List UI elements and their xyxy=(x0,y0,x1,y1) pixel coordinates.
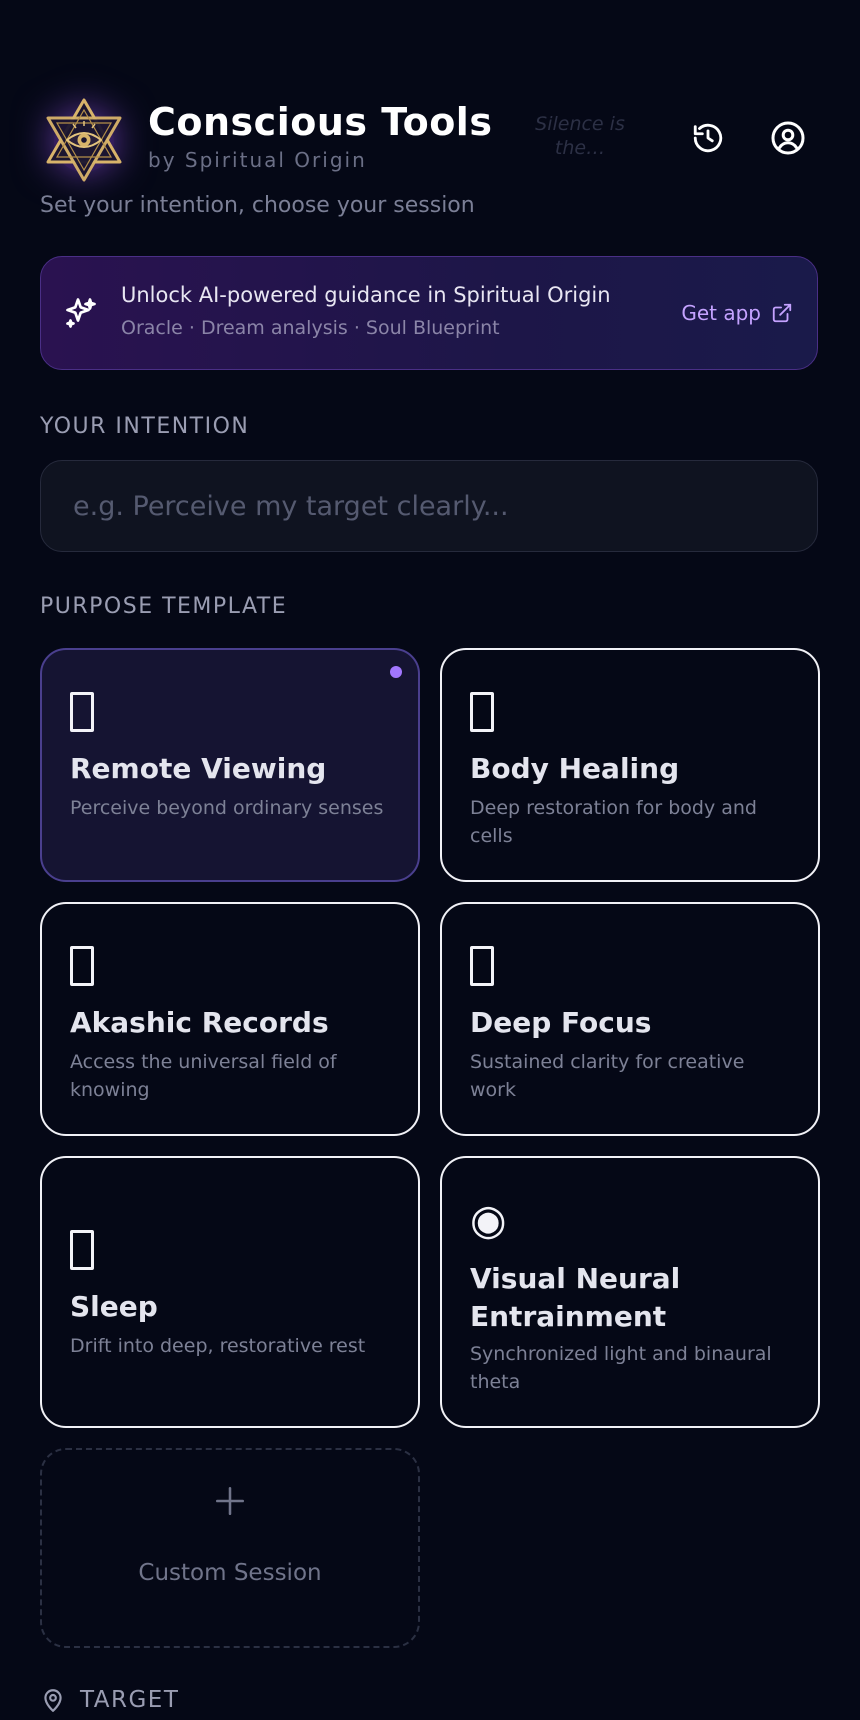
card-title: Visual Neural Entrainment xyxy=(470,1262,681,1333)
akashic-records-icon xyxy=(70,946,94,986)
intention-label: YOUR INTENTION xyxy=(40,414,250,439)
card-description: Synchronized light and binaural theta xyxy=(470,1343,772,1393)
remote-viewing-icon xyxy=(70,692,94,732)
card-description: Perceive beyond ordinary senses xyxy=(70,797,384,819)
card-description: Sustained clarity for creative work xyxy=(470,1051,745,1101)
card-title: Deep Focus xyxy=(470,1006,652,1039)
purpose-template-label: PURPOSE TEMPLATE xyxy=(40,594,288,619)
history-button[interactable] xyxy=(686,116,730,160)
card-remote-viewing[interactable]: Remote Viewing Perceive beyond ordinary … xyxy=(40,648,420,882)
get-app-button[interactable]: Get app xyxy=(681,301,793,325)
sleep-icon xyxy=(70,1230,94,1270)
card-title: Remote Viewing xyxy=(70,752,327,785)
card-body-healing[interactable]: Body Healing Deep restoration for body a… xyxy=(440,648,820,882)
banner-subtitle: Oracle · Dream analysis · Soul Blueprint xyxy=(121,317,500,339)
selected-indicator xyxy=(390,666,402,678)
app-title: Conscious Tools xyxy=(148,100,493,144)
card-sleep[interactable]: Sleep Drift into deep, restorative rest xyxy=(40,1156,420,1428)
target-label: TARGET xyxy=(80,1687,180,1713)
custom-session-label: Custom Session xyxy=(138,1560,322,1586)
star-of-david-eye-icon xyxy=(40,96,128,184)
target-circle-icon: ◉ xyxy=(470,1195,507,1244)
card-description: Access the universal field of knowing xyxy=(70,1051,337,1101)
card-title: Akashic Records xyxy=(70,1006,329,1039)
plus-icon xyxy=(42,1478,418,1529)
card-title: Body Healing xyxy=(470,752,680,785)
card-title: Sleep xyxy=(70,1290,158,1323)
conscious-tools-page: Conscious Tools by Spiritual Origin Sile… xyxy=(0,0,860,1720)
card-visual-neural-entrainment[interactable]: ◉ Visual Neural Entrainment Synchronized… xyxy=(440,1156,820,1428)
deep-focus-icon xyxy=(470,946,494,986)
banner-title: Unlock AI-powered guidance in Spiritual … xyxy=(121,283,611,307)
user-circle-icon xyxy=(771,121,805,155)
body-healing-icon xyxy=(470,692,494,732)
card-description: Deep restoration for body and cells xyxy=(470,797,757,847)
quote-text: Silence is the… xyxy=(535,113,625,159)
card-description: Drift into deep, restorative rest xyxy=(70,1335,366,1357)
app-subtitle: by Spiritual Origin xyxy=(148,148,367,172)
map-pin-icon xyxy=(44,1689,62,1712)
custom-session-button[interactable]: Custom Session xyxy=(40,1448,420,1648)
get-app-label: Get app xyxy=(681,301,761,325)
tagline: Set your intention, choose your session xyxy=(40,193,475,218)
ai-guidance-banner[interactable]: Unlock AI-powered guidance in Spiritual … xyxy=(40,256,818,370)
account-button[interactable] xyxy=(766,116,810,160)
intention-input[interactable] xyxy=(40,460,818,552)
external-link-icon xyxy=(772,303,792,323)
card-deep-focus[interactable]: Deep Focus Sustained clarity for creativ… xyxy=(440,902,820,1136)
target-section-header: TARGET xyxy=(40,1686,179,1714)
sparkles-icon xyxy=(66,298,96,328)
card-akashic-records[interactable]: Akashic Records Access the universal fie… xyxy=(40,902,420,1136)
history-icon xyxy=(693,123,723,153)
